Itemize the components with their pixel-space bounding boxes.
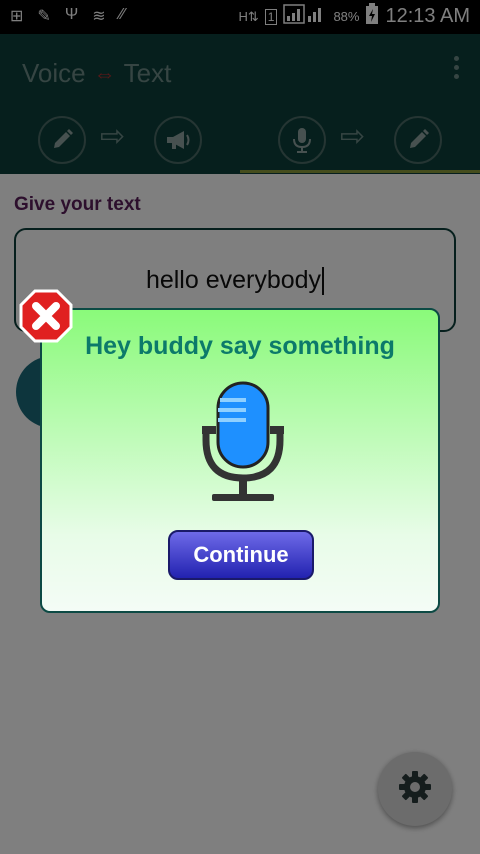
speech-dialog: Hey buddy say something Continue [40, 308, 440, 613]
close-dialog-button[interactable] [18, 288, 74, 344]
continue-button[interactable]: Continue [168, 530, 314, 580]
dialog-title: Hey buddy say something [85, 332, 395, 360]
close-icon [18, 289, 74, 348]
microphone-icon [198, 380, 288, 509]
